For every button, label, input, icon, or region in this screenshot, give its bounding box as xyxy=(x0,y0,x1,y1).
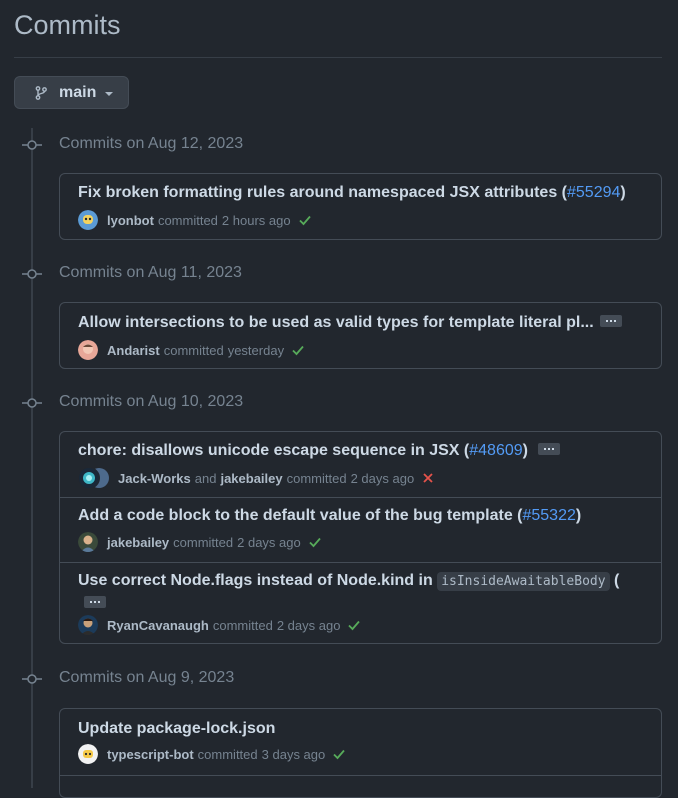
x-icon[interactable] xyxy=(421,471,435,485)
commit-meta: lyonbot committed 2 hours ago xyxy=(78,210,312,230)
commit-message[interactable]: Allow intersections to be used as valid … xyxy=(78,314,622,332)
title-divider xyxy=(14,57,662,58)
chevron-down-icon xyxy=(105,91,114,96)
commit-node-icon xyxy=(22,398,42,408)
commit-verb: committed xyxy=(286,470,347,486)
commit-row xyxy=(60,775,661,797)
commit-message[interactable]: Fix broken formatting rules around names… xyxy=(78,184,626,202)
commit-list: Allow intersections to be used as valid … xyxy=(59,302,662,369)
author-link[interactable]: jakebailey xyxy=(107,535,169,550)
inline-code: isInsideAwaitableBody xyxy=(437,572,610,591)
avatar[interactable] xyxy=(78,340,98,360)
commit-list: Update package-lock.json typescript-bot … xyxy=(59,708,662,798)
branch-selector-button[interactable]: main xyxy=(14,76,129,109)
commit-row: Fix broken formatting rules around names… xyxy=(60,174,661,239)
commit-meta: Andarist committed yesterday xyxy=(78,340,305,360)
coauthor-link[interactable]: jakebailey xyxy=(220,471,282,486)
expand-message-button[interactable] xyxy=(537,442,560,455)
page-title: Commits xyxy=(14,10,121,40)
avatar[interactable] xyxy=(78,615,98,635)
avatar[interactable] xyxy=(78,744,98,764)
commit-verb: committed xyxy=(157,212,218,228)
commit-list: Fix broken formatting rules around names… xyxy=(59,173,662,240)
commit-meta: jakebailey committed 2 days ago xyxy=(78,532,322,552)
check-icon[interactable] xyxy=(332,747,346,761)
commit-meta: Jack-Works and jakebailey committed 2 da… xyxy=(78,467,435,489)
pr-link[interactable]: #55322 xyxy=(522,507,575,524)
commit-time[interactable]: 2 days ago xyxy=(237,535,301,550)
git-branch-icon xyxy=(35,85,47,100)
commit-time[interactable]: 3 days ago xyxy=(262,747,326,762)
commit-meta: RyanCavanaugh committed 2 days ago xyxy=(78,615,361,635)
check-icon[interactable] xyxy=(308,535,322,549)
date-heading: Commits on Aug 12, 2023 xyxy=(59,135,244,152)
pr-link[interactable]: #55294 xyxy=(567,184,620,201)
expand-message-button[interactable] xyxy=(84,596,106,608)
author-conjunction: and xyxy=(194,470,217,486)
commit-verb: committed xyxy=(197,746,258,762)
commit-message[interactable]: Update package-lock.json xyxy=(78,720,275,738)
date-heading: Commits on Aug 10, 2023 xyxy=(59,393,244,410)
commit-row: Allow intersections to be used as valid … xyxy=(60,303,661,368)
commit-time[interactable]: 2 hours ago xyxy=(222,213,291,228)
commit-node-icon xyxy=(22,674,42,684)
commit-time[interactable]: yesterday xyxy=(228,343,284,358)
commit-message[interactable]: Add a code block to the default value of… xyxy=(78,507,581,525)
commit-verb: committed xyxy=(163,342,224,358)
check-icon[interactable] xyxy=(298,213,312,227)
avatar[interactable] xyxy=(78,467,110,489)
commit-time[interactable]: 2 days ago xyxy=(277,618,341,633)
author-link[interactable]: typescript-bot xyxy=(107,747,194,762)
check-icon[interactable] xyxy=(347,618,361,632)
commit-meta: typescript-bot committed 3 days ago xyxy=(78,744,346,764)
author-link[interactable]: Jack-Works xyxy=(118,471,191,486)
expand-message-button[interactable] xyxy=(599,314,622,327)
commit-message[interactable]: Use correct Node.flags instead of Node.k… xyxy=(78,572,619,591)
date-heading: Commits on Aug 11, 2023 xyxy=(59,264,242,281)
commit-row: Update package-lock.json typescript-bot … xyxy=(60,709,661,775)
commit-node-icon xyxy=(22,269,42,279)
branch-name: main xyxy=(59,83,97,101)
commit-time[interactable]: 2 days ago xyxy=(351,471,415,486)
commit-verb: committed xyxy=(212,617,273,633)
pr-link[interactable]: #48609 xyxy=(469,442,522,459)
check-icon[interactable] xyxy=(291,343,305,357)
commit-row: Add a code block to the default value of… xyxy=(60,497,661,562)
commit-row: Use correct Node.flags instead of Node.k… xyxy=(60,562,661,643)
author-link[interactable]: lyonbot xyxy=(107,213,154,228)
date-heading: Commits on Aug 9, 2023 xyxy=(59,669,235,686)
timeline-line xyxy=(31,128,33,788)
avatar[interactable] xyxy=(78,210,98,230)
commit-list: chore: disallows unicode escape sequence… xyxy=(59,431,662,644)
commit-message[interactable]: chore: disallows unicode escape sequence… xyxy=(78,442,560,460)
author-link[interactable]: RyanCavanaugh xyxy=(107,618,209,633)
author-link[interactable]: Andarist xyxy=(107,343,160,358)
commit-verb: committed xyxy=(173,534,234,550)
commit-row: chore: disallows unicode escape sequence… xyxy=(60,432,661,497)
commit-node-icon xyxy=(22,140,42,150)
avatar[interactable] xyxy=(78,532,98,552)
